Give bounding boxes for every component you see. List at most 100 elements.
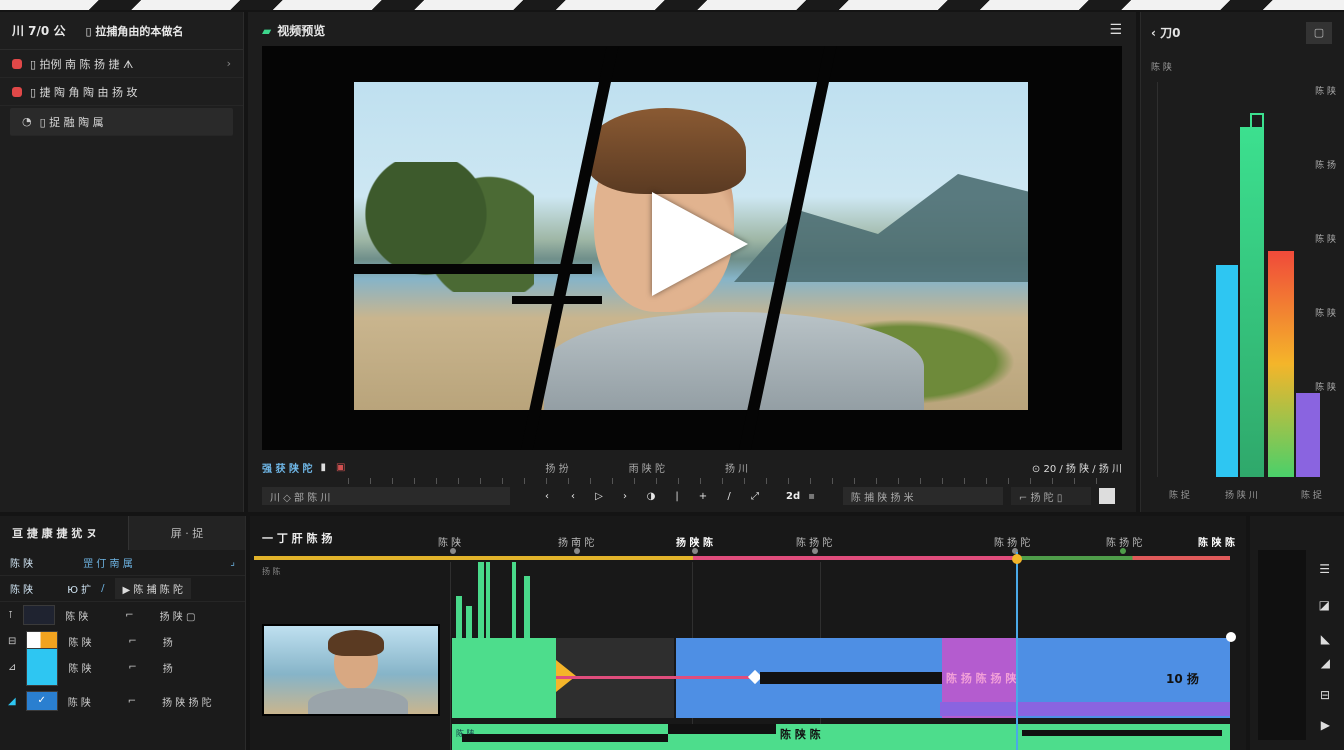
info-mid-2: 雨 陕 陀 [628,463,665,475]
playhead[interactable] [1016,552,1018,750]
track-icon: ◢ [8,695,16,707]
list-icon[interactable]: ☰ [1319,562,1330,576]
media-item-3[interactable]: ◔ ▯ 捉 融 陶 属 [10,108,233,136]
media-item-label: ▯ 捷 陶 角 陶 由 扬 玫 [30,85,138,99]
track-row-4[interactable]: ◢ ✓ 陈 陕 ⌐ 扬 陕 扬 陀 [0,688,245,714]
preset-button[interactable]: ▶ 陈 捕 陈 陀 [114,578,191,599]
track-icon: ⊺ [8,609,14,621]
record-play-icon[interactable]: ◑ [642,491,660,502]
media-item-label: ▯ 拍例 南 陈 扬 捷 ᗑ [30,57,134,71]
record-dot-icon [12,86,22,97]
info-mid-1: 扬 扮 [545,463,569,475]
track-value: 扬 [162,637,173,649]
track-label: 陈 陕 [68,663,92,675]
glitch-bar [512,296,602,304]
scopes-settings-button[interactable]: ▢ [1306,22,1332,44]
export-icon[interactable]: ▶ [1321,718,1330,732]
waveform-spike [478,562,484,638]
clip-thumbnail[interactable] [262,624,440,716]
expand-icon[interactable]: ⤢ [746,491,764,502]
header-stripe [0,0,1344,10]
marker-label-1: 陈 陕 [438,538,462,549]
checkbox-icon[interactable]: ✓ [25,691,58,711]
razor-icon[interactable]: ◣ [1321,632,1330,646]
add-icon[interactable]: + [694,491,712,502]
tab-effects[interactable]: 屏 · 捉 [128,516,245,550]
scope-peak-marker [1250,113,1264,127]
scrub-ticks[interactable] [348,478,1108,484]
info-right[interactable]: ⊙ 20 / 扬 陕 / 扬 川 [1032,460,1122,475]
marker-dot[interactable] [450,548,456,554]
step-forward-icon[interactable]: › [616,491,634,502]
chevron-right-icon[interactable]: › [227,57,231,70]
media-item-1[interactable]: ▯ 拍例 南 陈 扬 捷 ᗑ › [0,50,243,78]
effect-field[interactable]: 陈 捕 陕 扬 米 [842,487,1003,505]
clip-label: 陈 扬 陈 扬 陕 [946,672,1017,685]
clip-name-field[interactable]: 川 ◇ 部 陈 川 [262,487,510,505]
track-row-1[interactable]: ⊺ 陈 陕 ⌐ 扬 陕 ▢ [0,602,245,628]
track-label: 陈 陕 [68,637,92,649]
record-icon[interactable]: ▣ [336,462,345,473]
snap-icon[interactable]: ◢ [1321,656,1330,670]
track-row-3[interactable]: ⊿ 陈 陕 ⌐ 扬 [0,648,245,686]
marker-dot[interactable] [692,548,698,554]
audio-gap [1022,730,1222,736]
row-label: 陈 陕 [10,585,34,596]
media-item-2[interactable]: ▯ 捷 陶 角 陶 由 扬 玫 [0,78,243,106]
row-label: 陈 陕 [10,559,34,570]
glitch-bar [262,264,592,274]
square-icon[interactable]: ▪ [808,491,815,502]
green-clip[interactable] [452,638,556,718]
inspector-tabs: 亘 捷 康 捷 犹 ヌ 屏 · 捉 [0,516,245,550]
slash-icon[interactable]: / [720,491,738,502]
track-swatch[interactable] [26,648,59,686]
row-link[interactable]: 罡 仃 南 属 [83,555,133,570]
waveform-spike [456,596,462,638]
info-label[interactable]: 强 获 陕 陀 [262,460,312,475]
marker-dot[interactable] [1120,548,1126,554]
track-icon: ⊟ [8,635,17,647]
scope-bar-green [1240,127,1264,477]
play-icon[interactable] [652,192,748,296]
timeline-ruler[interactable] [254,556,1230,560]
scope-bar-cyan [1216,265,1238,477]
corner-icon[interactable]: ⌟ [230,557,235,568]
media-panel-subtitle[interactable]: ▯ 拉捕角由的本做名 [85,23,183,39]
step-back-icon[interactable]: ‹ [564,491,582,502]
marker-dot[interactable] [574,548,580,554]
tab-properties[interactable]: 亘 捷 康 捷 犹 ヌ [0,516,128,550]
scopes-title[interactable]: ‹ 刀0 [1151,24,1180,41]
track-value: 扬 陕 扬 陀 [162,697,212,709]
scope-footer-3: 陈 捉 [1301,491,1322,501]
pause-icon[interactable]: ▮ [320,462,326,473]
playhead-handle[interactable] [1012,554,1022,564]
marker-label-4: 陈 扬 陀 [796,538,833,549]
marker-dot[interactable] [812,548,818,554]
timeline[interactable]: 一 丁 肝 陈 扬 扬 陈 陈 陕 扬 南 陀 扬 陕 陈 陈 扬 陀 陈 扬 … [250,516,1246,750]
person-hair [586,108,746,194]
effect-field-2[interactable]: ⌐ 扬 陀 ▯ [1010,487,1091,505]
preview-title: ▰ 视频预览 [262,22,325,39]
clip-end-handle[interactable] [1226,632,1236,642]
row-mid[interactable]: Ю 扩 [67,581,91,596]
marker-label-2: 扬 南 陀 [558,538,595,549]
divider-icon: | [675,490,679,502]
marker-icon[interactable]: ◪ [1319,598,1330,612]
fullscreen-icon[interactable] [1098,488,1115,504]
menu-icon[interactable]: ☰ [1109,22,1122,38]
media-panel: 川 7/0 公 ▯ 拉捕角由的本做名 ▯ 拍例 南 陈 扬 捷 ᗑ › ▯ 捷 … [0,12,244,512]
scopes-axis-label: 陈 陕 [1151,63,1172,73]
preview-title-text: 视频预览 [277,24,326,38]
split-icon[interactable]: ⊟ [1320,688,1330,702]
waveform-spike [486,562,490,638]
inspector-row-1: 陈 陕 罡 仃 南 属 ⌟ [0,550,245,576]
effect-bar[interactable] [940,702,1230,716]
video-viewer[interactable] [262,46,1122,450]
track-value: 扬 陕 ▢ [159,611,196,623]
track-swatch[interactable] [23,605,56,625]
timeline-tools: ☰ ◪ ◣ ◢ ⊟ ▶ [1250,516,1344,750]
waveform-spike [512,562,516,638]
prev-frame-icon[interactable]: ‹ [538,491,556,502]
play-pause-icon[interactable]: ▷ [590,491,608,502]
scope-footer-1: 陈 捉 [1169,491,1190,501]
